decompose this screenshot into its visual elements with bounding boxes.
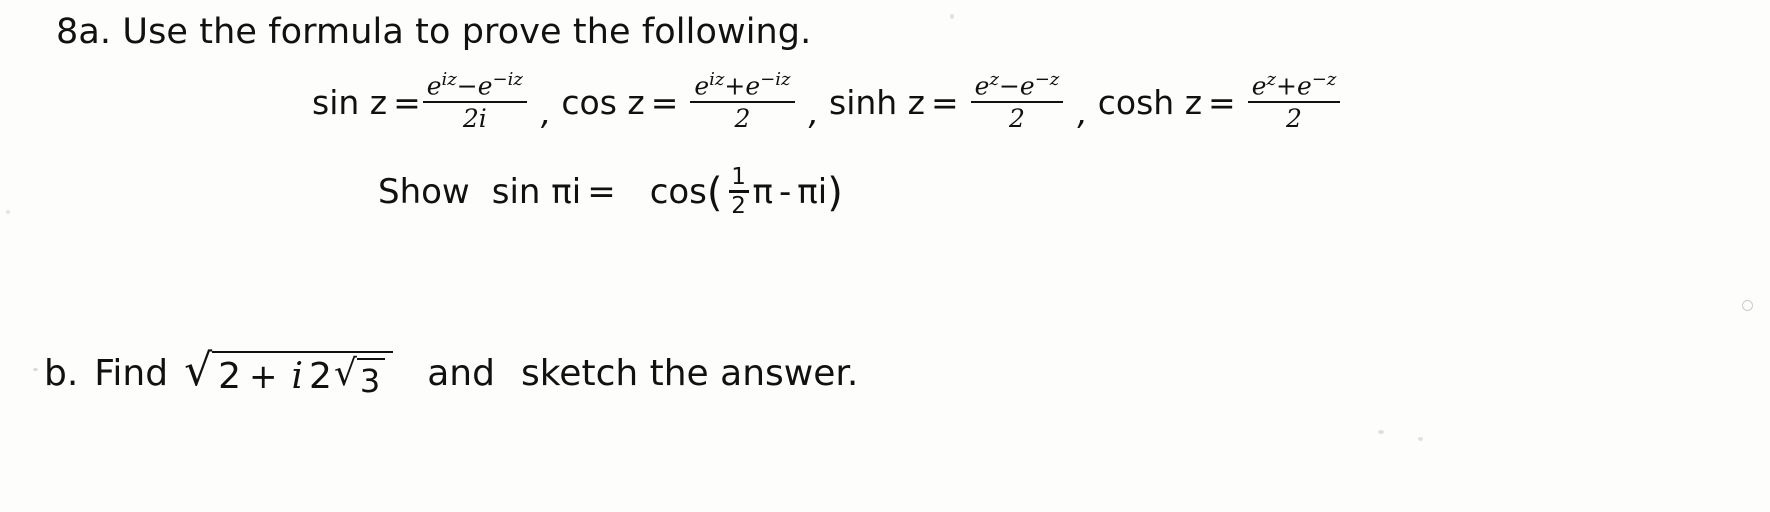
problem-8a-instruction: 8a. Use the formula to prove the followi… xyxy=(56,12,812,52)
num-exp-2: −z xyxy=(1311,69,1337,90)
num-base-1: e xyxy=(974,71,990,101)
fraction-cos: eiz+e−iz 2 xyxy=(690,70,795,134)
num-exp-2: −iz xyxy=(492,69,523,90)
outer-radicand: 2 + i 2 √ 3 xyxy=(212,351,394,402)
formula-name-sin: sin z xyxy=(312,82,388,122)
num-exp-1: z xyxy=(1266,69,1276,90)
fraction-denominator-sinh: 2 xyxy=(1009,104,1025,134)
num-base-1: e xyxy=(694,71,710,101)
equals-sign-sin: = xyxy=(393,82,421,122)
imaginary-unit: i xyxy=(291,356,304,397)
num-operator: − xyxy=(456,71,478,101)
separator-comma-1: , xyxy=(540,92,552,132)
formula-name-sinh: sinh z xyxy=(829,82,926,122)
outer-radical: √ 2 + i 2 √ 3 xyxy=(184,349,394,405)
num-operator: + xyxy=(1275,71,1297,101)
pi-symbol-first: π xyxy=(752,172,773,213)
show-left-expression: sin πi xyxy=(491,172,582,213)
paper-artifact-speck xyxy=(1378,430,1384,434)
fraction-denominator-cosh: 2 xyxy=(1286,104,1302,134)
problem-b-row: b. Find √ 2 + i 2 √ 3 and sketch the ans… xyxy=(44,349,859,401)
num-operator: − xyxy=(998,71,1020,101)
minus-sign: - xyxy=(779,172,792,213)
equals-sign-cosh: = xyxy=(1208,82,1236,122)
num-base-2: e xyxy=(1296,71,1312,101)
fraction-sin: eiz−e−iz 2i xyxy=(422,70,527,134)
num-exp-1: iz xyxy=(441,69,457,90)
fraction-numerator-sinh: ez−e−z xyxy=(971,70,1064,101)
equals-sign-cos: = xyxy=(650,82,679,122)
radical-sign-icon: √ xyxy=(184,345,213,396)
paper-artifact-speck xyxy=(1418,437,1423,441)
inner-radicand-value: 3 xyxy=(359,362,381,400)
fraction-sinh: ez−e−z 2 xyxy=(970,70,1064,134)
num-operator: + xyxy=(724,71,746,101)
show-identity-row: Show sin πi = cos ( 1 2 π - πi ) xyxy=(378,164,843,219)
num-exp-1: iz xyxy=(709,69,725,90)
worksheet-page: 8a. Use the formula to prove the followi… xyxy=(0,0,1770,512)
formula-definitions-row: sin z = eiz−e−iz 2i , cos z = eiz+e−iz 2… xyxy=(312,70,1342,134)
inner-radicand: 3 xyxy=(356,358,386,400)
pi-i-term: πi xyxy=(797,172,828,213)
show-equals-sign: = xyxy=(587,172,616,213)
problem-b-verb: Find xyxy=(94,353,169,394)
separator-comma-2: , xyxy=(808,92,820,132)
num-exp-2: −iz xyxy=(760,69,791,90)
paper-artifact-speck xyxy=(33,368,38,371)
problem-b-label: b. xyxy=(44,353,79,394)
num-base-2: e xyxy=(477,71,493,101)
fraction-one-half: 1 2 xyxy=(728,164,749,219)
problem-b-tail-text: sketch the answer. xyxy=(520,353,859,394)
fraction-numerator-sin: eiz−e−iz xyxy=(423,70,527,101)
fraction-numerator-cosh: ez+e−z xyxy=(1248,70,1341,101)
fraction-denominator-cos: 2 xyxy=(734,104,751,134)
inner-radical: √ 3 xyxy=(333,353,386,402)
show-cos-name: cos xyxy=(649,172,707,213)
num-base-1: e xyxy=(426,71,442,101)
num-base-2: e xyxy=(745,71,761,101)
open-paren: ( xyxy=(706,170,723,217)
equals-sign-sinh: = xyxy=(931,82,959,122)
num-exp-1: z xyxy=(989,69,999,90)
formula-name-cos: cos z xyxy=(561,82,645,122)
num-base-2: e xyxy=(1019,71,1035,101)
half-numerator: 1 xyxy=(731,164,746,190)
paper-artifact-speck xyxy=(1742,300,1753,311)
radicand-coefficient: 2 xyxy=(309,356,332,397)
inner-radical-sign-icon: √ xyxy=(333,353,357,394)
radicand-plus-sign: + xyxy=(249,357,278,397)
close-paren: ) xyxy=(827,170,843,217)
num-base-1: e xyxy=(1251,71,1267,101)
show-keyword: Show xyxy=(378,172,470,213)
num-exp-2: −z xyxy=(1034,69,1060,90)
separator-comma-3: , xyxy=(1077,92,1088,132)
paper-artifact-speck xyxy=(950,14,954,19)
fraction-cosh: ez+e−z 2 xyxy=(1247,70,1341,134)
formula-name-cosh: cosh z xyxy=(1097,82,1203,122)
radicand-real-part: 2 xyxy=(218,356,242,397)
half-denominator: 2 xyxy=(731,192,746,219)
fraction-denominator-sin: 2i xyxy=(462,104,487,134)
conjunction-and: and xyxy=(427,353,495,394)
paper-artifact-speck xyxy=(6,210,10,214)
fraction-numerator-cos: eiz+e−iz xyxy=(690,70,794,101)
